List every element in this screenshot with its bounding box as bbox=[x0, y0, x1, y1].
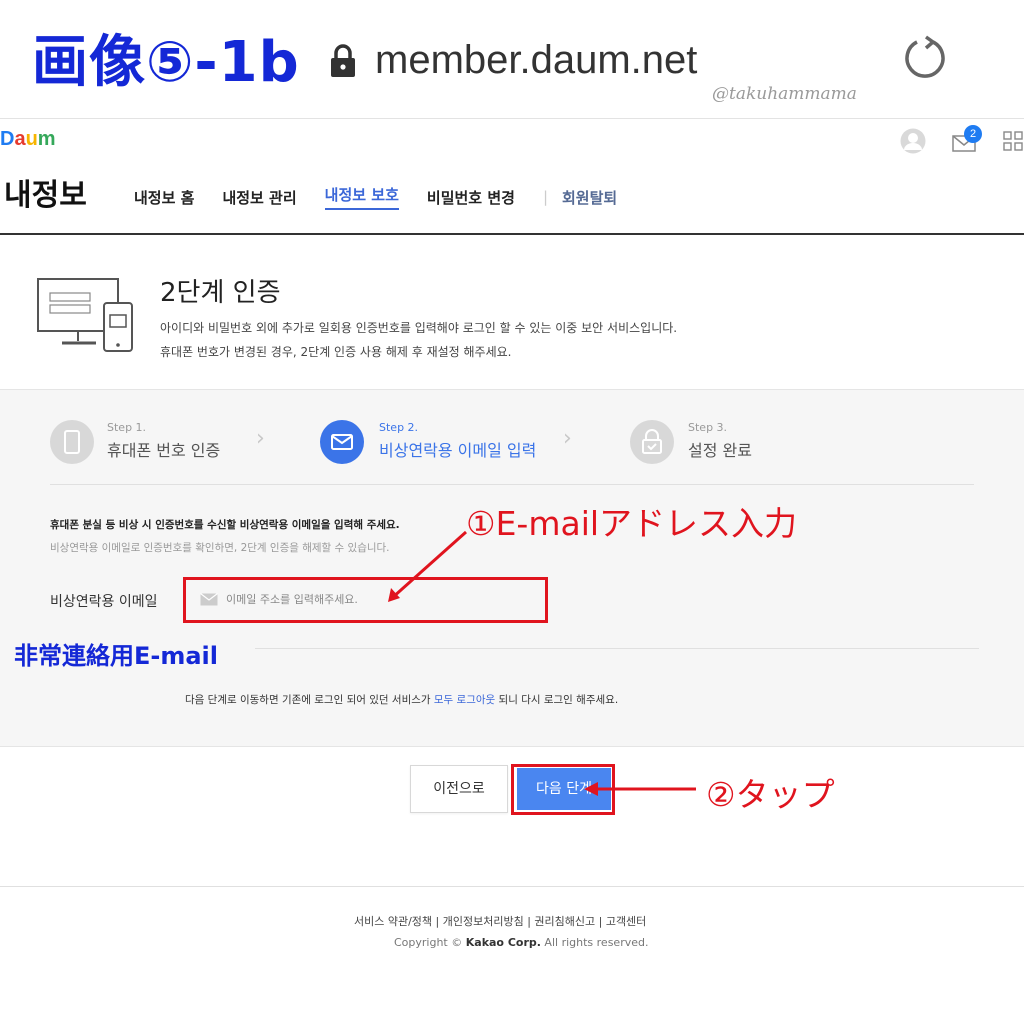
step2-label: 비상연락용 이메일 입력 bbox=[379, 441, 537, 460]
step2-number: Step 2. bbox=[379, 421, 419, 434]
main-nav: 내정보 홈 내정보 관리 내정보 보호 비밀번호 변경 | 회원탈퇴 bbox=[134, 184, 645, 210]
nav-item-withdraw[interactable]: 회원탈퇴 bbox=[562, 187, 617, 208]
mail-badge: 2 bbox=[964, 125, 982, 143]
auth-description-2: 휴대폰 번호가 변경된 경우, 2단계 인증 사용 해제 후 재설정 해주세요. bbox=[160, 345, 512, 359]
email-field-label: 비상연락용 이메일 bbox=[50, 594, 158, 610]
divider bbox=[50, 484, 974, 485]
nav-separator: | bbox=[542, 188, 548, 206]
annotation-step2: ②タップ bbox=[706, 775, 835, 814]
email-guide: 휴대폰 분실 등 비상 시 인증번호를 수신할 비상연락용 이메일을 입력해 주… bbox=[50, 519, 400, 531]
page-title: 내정보 bbox=[4, 178, 87, 213]
next-highlight-box bbox=[511, 764, 615, 815]
step1-label: 휴대폰 번호 인증 bbox=[107, 441, 221, 460]
nav-item-protect[interactable]: 내정보 보호 bbox=[324, 184, 399, 210]
email-guide-sub: 비상연락용 이메일로 인증번호를 확인하면, 2단계 인증을 해제할 수 있습니… bbox=[50, 542, 390, 554]
auth-description: 아이디와 비밀번호 외에 추가로 일회용 인증번호를 입력해야 로그인 할 수 … bbox=[160, 321, 678, 335]
watermark: @takuhammama bbox=[712, 84, 857, 104]
annotation-email-jp: 非常連絡用E-mail bbox=[14, 642, 219, 670]
step3-label: 설정 완료 bbox=[688, 441, 752, 460]
monitor-phone-icon bbox=[37, 278, 133, 352]
lock-icon bbox=[331, 44, 355, 77]
auth-title: 2단계 인증 bbox=[160, 278, 281, 308]
step1-number: Step 1. bbox=[107, 421, 147, 434]
notice-text: 다음 단계로 이동하면 기존에 로그인 되어 있던 서비스가 bbox=[185, 694, 434, 706]
reload-icon[interactable] bbox=[900, 34, 950, 84]
nav-item-manage[interactable]: 내정보 관리 bbox=[222, 187, 296, 208]
annotation-step1: ①E-mailアドレス入力 bbox=[466, 504, 798, 543]
step1-phone-icon bbox=[50, 420, 94, 464]
url-bar[interactable]: member.daum.net bbox=[375, 38, 697, 83]
nav-item-home[interactable]: 내정보 홈 bbox=[134, 187, 194, 208]
avatar-icon[interactable] bbox=[900, 128, 926, 154]
copyright-prefix: Copyright © bbox=[394, 936, 466, 949]
divider bbox=[255, 648, 979, 649]
step2-mail-icon bbox=[320, 420, 364, 464]
chevron-right-icon: › bbox=[563, 426, 572, 451]
copyright: Copyright © Kakao Corp. All rights reser… bbox=[394, 936, 648, 949]
logout-notice: 다음 단계로 이동하면 기존에 로그인 되어 있던 서비스가 모두 로그아웃 되… bbox=[185, 692, 618, 707]
footer-divider bbox=[0, 886, 1024, 887]
email-highlight-box bbox=[183, 577, 548, 623]
divider bbox=[0, 118, 1024, 119]
previous-button[interactable]: 이전으로 bbox=[410, 765, 508, 813]
app-grid-icon[interactable] bbox=[1003, 131, 1023, 151]
footer-links[interactable]: 서비스 약관/정책 | 개인정보처리방침 | 권리침해신고 | 고객센터 bbox=[354, 913, 646, 929]
notice-text-end: 되니 다시 로그인 해주세요. bbox=[495, 694, 619, 706]
copyright-suffix: All rights reserved. bbox=[540, 936, 649, 949]
step3-lock-check-icon bbox=[630, 420, 674, 464]
image-label: 画像⑤-1b bbox=[32, 30, 300, 95]
logout-all-link[interactable]: 모두 로그아웃 bbox=[434, 694, 495, 706]
nav-item-password[interactable]: 비밀번호 변경 bbox=[427, 187, 515, 208]
chevron-right-icon: › bbox=[256, 426, 265, 451]
header-divider bbox=[0, 233, 1024, 235]
daum-logo[interactable]: Daum bbox=[0, 128, 56, 151]
copyright-company: Kakao Corp. bbox=[465, 936, 541, 949]
step3-number: Step 3. bbox=[688, 421, 728, 434]
